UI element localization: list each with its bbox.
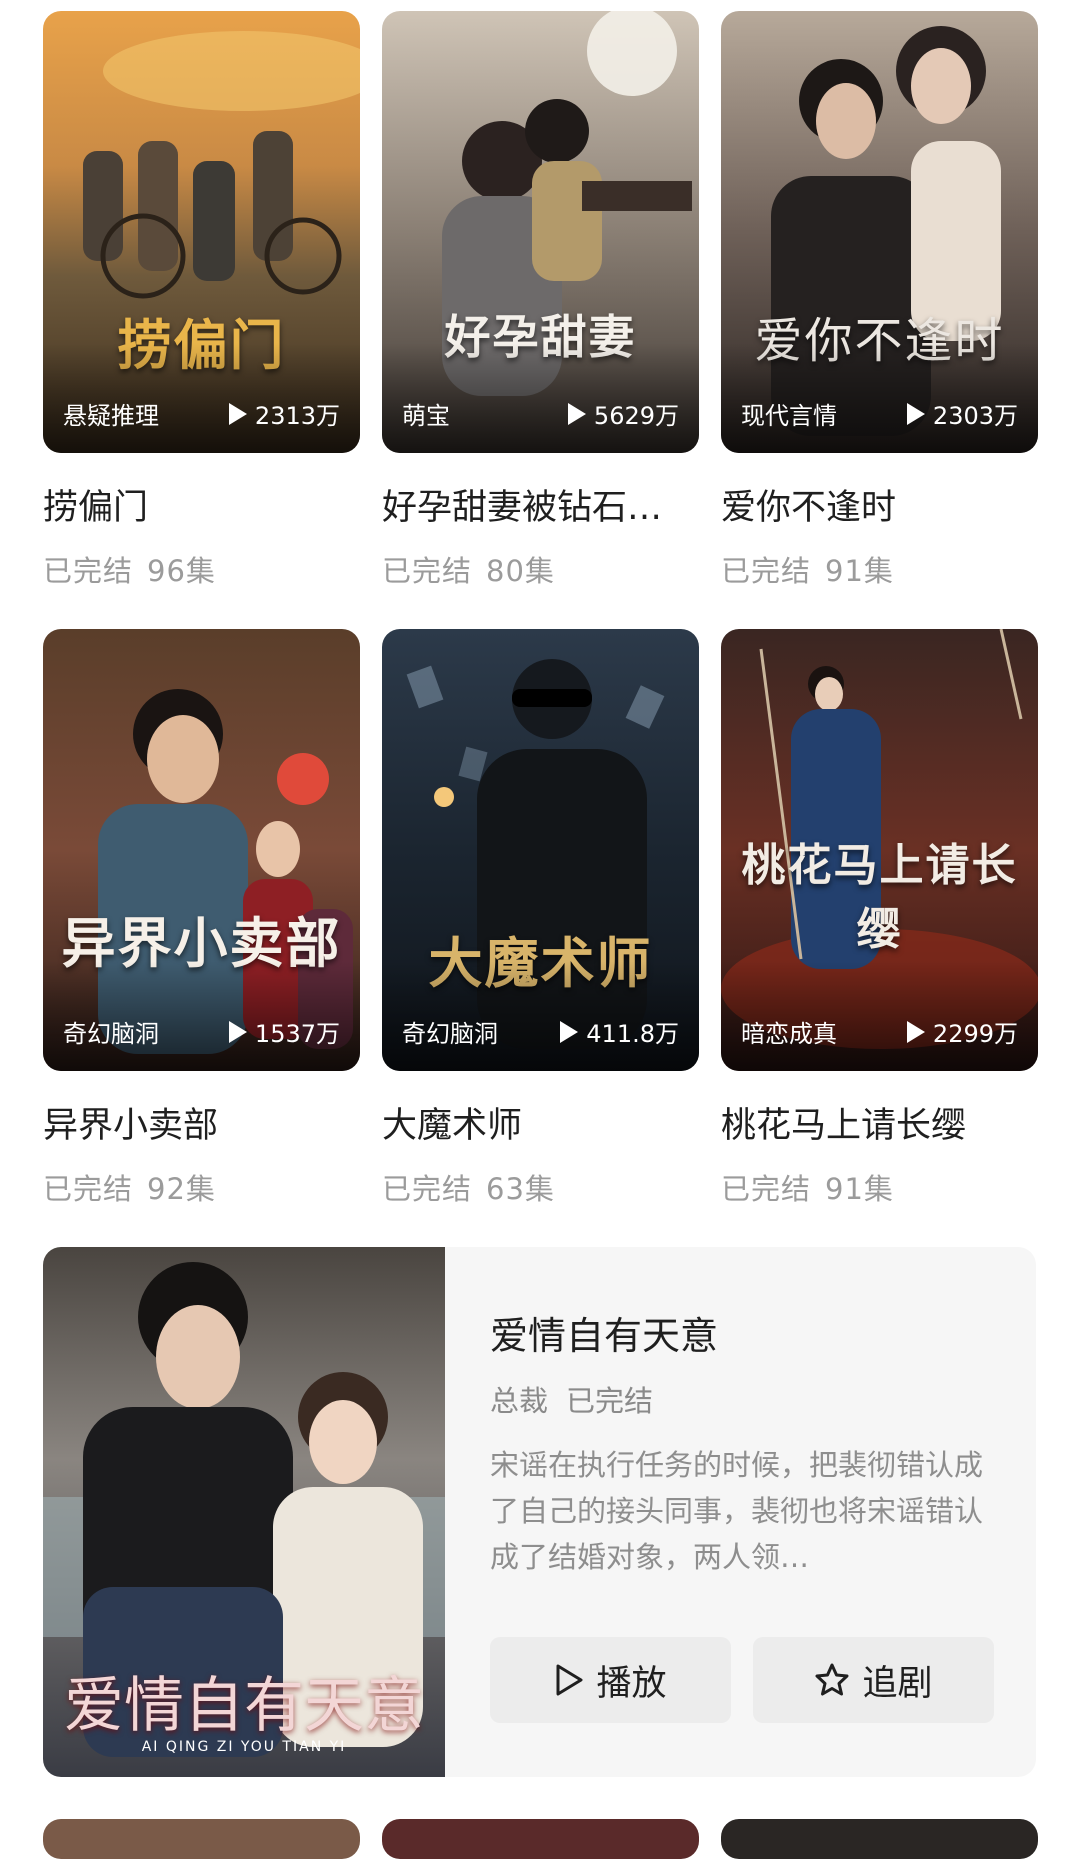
play-icon <box>228 402 247 425</box>
status-text: 已完结 <box>43 554 134 588</box>
featured-title[interactable]: 爱情自有天意 <box>490 1305 1010 1360</box>
featured-status: 已完结 <box>566 1384 654 1418</box>
featured-poster-subtitle: AI QING ZI YOU TIAN YI <box>141 1739 347 1755</box>
drama-card[interactable]: 大魔术师 奇幻脑洞 411.8万 大魔术师 已完结 63集 <box>382 629 699 1247</box>
play-count-value: 5629万 <box>593 402 679 430</box>
play-count: 5629万 <box>567 396 679 431</box>
drama-title[interactable]: 异界小卖部 <box>43 1097 360 1148</box>
genre-tag: 奇幻脑洞 <box>63 1020 159 1048</box>
featured-genre-tag: 总裁 <box>490 1384 549 1418</box>
status-text: 已完结 <box>382 554 473 588</box>
genre-tag: 暗恋成真 <box>741 1020 837 1048</box>
play-icon <box>228 1020 247 1043</box>
play-count: 1537万 <box>228 1014 340 1049</box>
drama-status: 已完结 96集 <box>43 548 360 590</box>
status-text: 已完结 <box>721 554 812 588</box>
poster-meta: 奇幻脑洞 1537万 <box>63 1014 340 1049</box>
status-text: 已完结 <box>721 1172 812 1206</box>
episode-count: 92集 <box>147 1172 216 1206</box>
play-count: 2313万 <box>228 396 340 431</box>
drama-poster[interactable]: 桃花马上请长缨 暗恋成真 2299万 <box>721 629 1038 1071</box>
drama-title[interactable]: 大魔术师 <box>382 1097 699 1148</box>
play-count-value: 411.8万 <box>586 1020 679 1048</box>
play-count-value: 1537万 <box>254 1020 340 1048</box>
next-row-poster[interactable] <box>43 1819 360 1859</box>
featured-drama-card[interactable]: 爱情自有天意 AI QING ZI YOU TIAN YI 爱情自有天意 总裁已… <box>43 1247 1036 1777</box>
drama-poster[interactable]: 大魔术师 奇幻脑洞 411.8万 <box>382 629 699 1071</box>
drama-grid: 捞偏门 悬疑推理 2313万 捞偏门 已完结 96集 <box>43 11 1038 1247</box>
next-row-poster[interactable] <box>382 1819 699 1859</box>
genre-tag: 现代言情 <box>741 402 837 430</box>
episode-count: 63集 <box>486 1172 555 1206</box>
status-text: 已完结 <box>43 1172 134 1206</box>
drama-status: 已完结 91集 <box>721 548 1038 590</box>
episode-count: 80集 <box>486 554 555 588</box>
play-icon <box>906 402 925 425</box>
poster-meta: 悬疑推理 2313万 <box>63 396 340 431</box>
drama-poster[interactable]: 捞偏门 悬疑推理 2313万 <box>43 11 360 453</box>
play-count-value: 2313万 <box>254 402 340 430</box>
play-count: 411.8万 <box>560 1014 679 1049</box>
featured-tags: 总裁 已完结 <box>490 1378 1010 1420</box>
play-count-value: 2299万 <box>932 1020 1018 1048</box>
play-icon <box>567 402 586 425</box>
drama-status: 已完结 80集 <box>382 548 699 590</box>
play-count: 2299万 <box>906 1014 1018 1049</box>
poster-title-art: 桃花马上请长缨 <box>741 840 1018 955</box>
play-icon <box>906 1020 925 1043</box>
play-button[interactable]: 播放 <box>490 1637 731 1723</box>
drama-card[interactable]: 好孕甜妻 萌宝 5629万 好孕甜妻被钻石… 已完结 80集 <box>382 11 699 629</box>
poster-meta: 暗恋成真 2299万 <box>741 1014 1018 1049</box>
drama-title[interactable]: 爱你不逢时 <box>721 479 1038 530</box>
drama-status: 已完结 91集 <box>721 1166 1038 1208</box>
drama-status: 已完结 92集 <box>43 1166 360 1208</box>
drama-title[interactable]: 好孕甜妻被钻石… <box>382 479 699 530</box>
featured-description: 宋谣在执行任务的时候，把裴彻错认成了自己的接头同事，裴彻也将宋谣错认成了结婚对象… <box>490 1448 984 1574</box>
genre-tag: 萌宝 <box>402 402 450 430</box>
poster-meta: 奇幻脑洞 411.8万 <box>402 1014 679 1049</box>
genre-tag: 奇幻脑洞 <box>402 1020 498 1048</box>
follow-drama-button[interactable]: 追剧 <box>753 1637 994 1723</box>
genre-tag: 悬疑推理 <box>63 402 159 430</box>
drama-title[interactable]: 捞偏门 <box>43 479 360 530</box>
play-count: 2303万 <box>906 396 1018 431</box>
featured-info: 爱情自有天意 总裁 已完结 宋谣在执行任务的时候，把裴彻错认成了自己的接头同事，裴… <box>490 1247 1010 1723</box>
drama-title[interactable]: 桃花马上请长缨 <box>721 1097 1038 1148</box>
featured-actions: 播放 追剧 <box>490 1637 994 1723</box>
poster-meta: 现代言情 2303万 <box>741 396 1018 431</box>
episode-count: 96集 <box>147 554 216 588</box>
next-row-poster[interactable] <box>721 1819 1038 1859</box>
play-button-label: 播放 <box>596 1663 667 1704</box>
drama-status: 已完结 63集 <box>382 1166 699 1208</box>
drama-card[interactable]: 桃花马上请长缨 暗恋成真 2299万 桃花马上请长缨 已完结 91集 <box>721 629 1038 1247</box>
poster-meta: 萌宝 5629万 <box>402 396 679 431</box>
featured-poster[interactable]: 爱情自有天意 AI QING ZI YOU TIAN YI <box>43 1247 445 1777</box>
star-icon <box>815 1663 849 1696</box>
drama-card[interactable]: 爱你不逢时 现代言情 2303万 爱你不逢时 已完结 91集 <box>721 11 1038 629</box>
drama-poster[interactable]: 爱你不逢时 现代言情 2303万 <box>721 11 1038 453</box>
drama-poster[interactable]: 好孕甜妻 萌宝 5629万 <box>382 11 699 453</box>
featured-poster-title-art: 爱情自有天意 <box>64 1671 424 1741</box>
status-text: 已完结 <box>382 1172 473 1206</box>
play-icon <box>560 1020 579 1043</box>
drama-poster[interactable]: 异界小卖部 奇幻脑洞 1537万 <box>43 629 360 1071</box>
episode-count: 91集 <box>825 554 894 588</box>
drama-card[interactable]: 异界小卖部 奇幻脑洞 1537万 异界小卖部 已完结 92集 <box>43 629 360 1247</box>
episode-count: 91集 <box>825 1172 894 1206</box>
follow-button-label: 追剧 <box>862 1663 933 1704</box>
play-icon <box>556 1664 583 1696</box>
drama-card[interactable]: 捞偏门 悬疑推理 2313万 捞偏门 已完结 96集 <box>43 11 360 629</box>
play-count-value: 2303万 <box>932 402 1018 430</box>
